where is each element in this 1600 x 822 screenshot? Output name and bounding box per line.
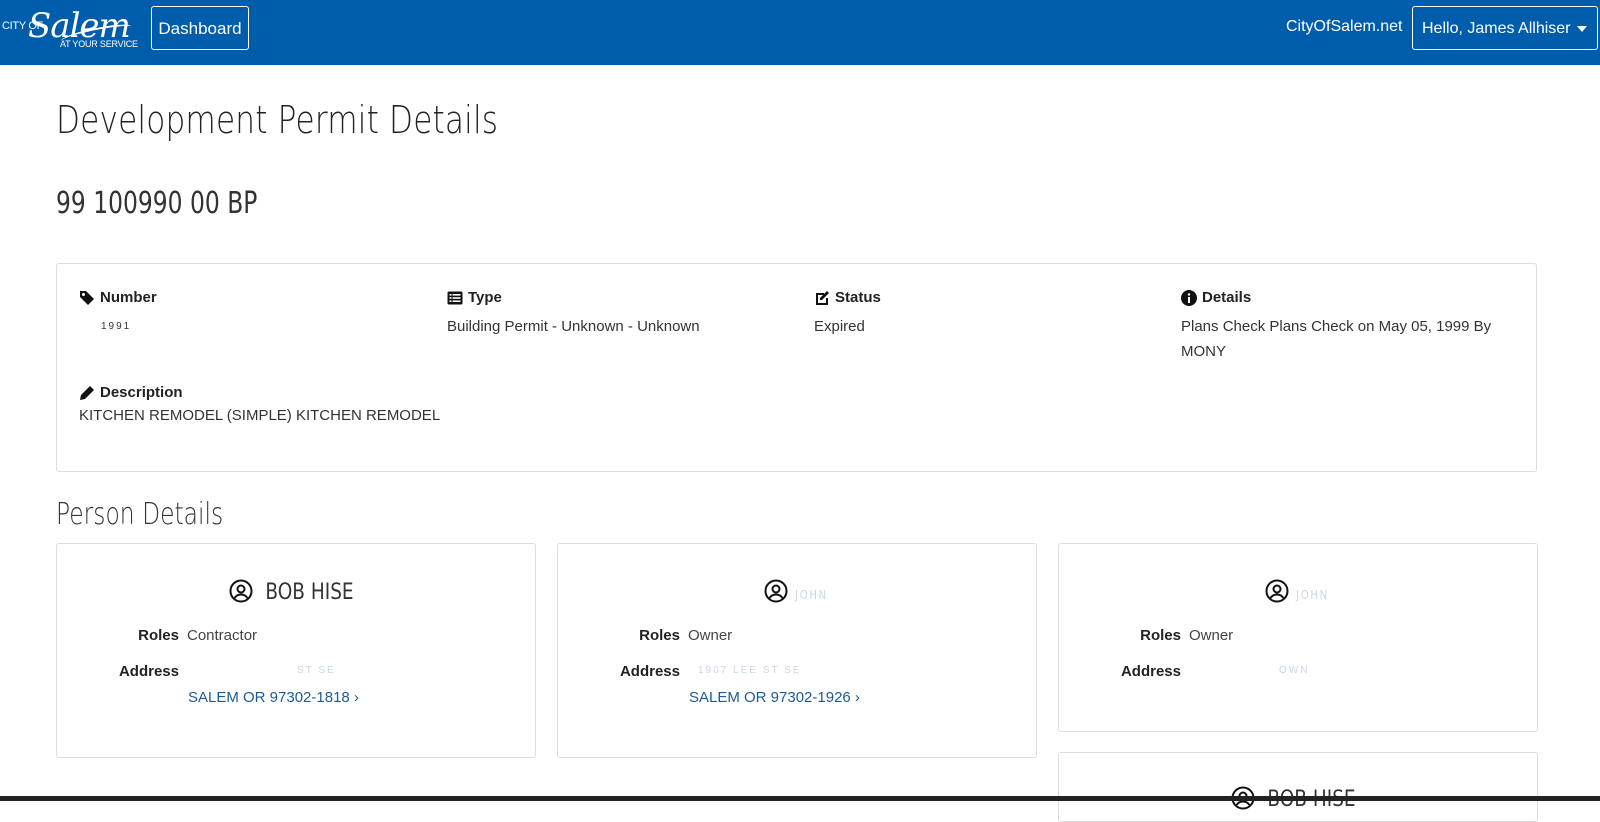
user-greeting: Hello, James Allhiser [1422, 20, 1571, 37]
info-icon [1181, 289, 1197, 306]
type-value: Building Permit - Unknown - Unknown [447, 318, 700, 335]
address-link[interactable]: SALEM OR 97302-1818 › [188, 689, 359, 706]
details-label: Details [1202, 289, 1252, 306]
roles-label: Roles [639, 627, 680, 644]
address-line1[interactable]: 1907 LEE ST SE [698, 665, 801, 676]
number-value: 1991 [101, 321, 132, 332]
address-line1[interactable]: OWN [1279, 665, 1309, 676]
dashboard-button[interactable]: Dashboard [151, 6, 249, 50]
roles-label: Roles [1140, 627, 1181, 644]
user-circle-icon [764, 579, 787, 603]
person-details-heading: Person Details [56, 497, 224, 532]
user-circle-icon [1265, 579, 1288, 603]
permit-summary-card: Number 1991 Type Building Permit - Unkno… [56, 263, 1537, 472]
logo-tagline-text: AT YOUR SERVICE [60, 39, 138, 49]
person-name: JOHN [1059, 579, 1537, 605]
list-icon [447, 291, 463, 304]
status-label: Status [835, 289, 881, 306]
edit-icon [816, 290, 829, 305]
top-navbar: CITY OF Salem AT YOUR SERVICE Dashboard … [0, 0, 1600, 65]
cityofsalem-link[interactable]: CityOfSalem.net [1286, 18, 1402, 36]
person-card: BOB HISE [1058, 752, 1538, 822]
person-name-text: BOB HISE [265, 580, 355, 605]
tag-icon [80, 290, 94, 305]
type-field: Type Building Permit - Unknown - Unknown [447, 289, 700, 339]
address-label: Address [1120, 663, 1181, 680]
person-name-text: JOHN [794, 588, 828, 602]
user-circle-icon [229, 579, 253, 603]
permit-id: 99 100990 00 BP [56, 186, 258, 221]
roles-value: Contractor [187, 627, 258, 644]
description-field: Description KITCHEN REMODEL (SIMPLE) KIT… [79, 384, 440, 428]
person-card: BOB HISE Roles Contractor Address ST SE … [56, 543, 536, 758]
address-label: Address [619, 663, 680, 680]
person-card: JOHN Roles Owner Address OWN [1058, 543, 1538, 732]
description-value: KITCHEN REMODEL (SIMPLE) KITCHEN REMODEL [79, 407, 441, 424]
page-title: Development Permit Details [56, 98, 499, 142]
roles-label: Roles [138, 627, 179, 644]
address-link[interactable]: SALEM OR 97302-1926 › [689, 689, 860, 706]
address-label: Address [118, 663, 179, 680]
number-field: Number 1991 [79, 289, 157, 339]
details-field: Details Plans Check Plans Check on May 0… [1181, 289, 1511, 364]
address-line1[interactable]: ST SE [297, 665, 336, 676]
roles-value: Owner [1189, 627, 1234, 644]
status-value: Expired [814, 318, 865, 335]
details-value: Plans Check Plans Check on May 05, 1999 … [1181, 318, 1492, 360]
status-field: Status Expired [814, 289, 881, 339]
person-name-text: JOHN [1295, 588, 1329, 602]
roles-value: Owner [688, 627, 733, 644]
pencil-icon [80, 385, 94, 400]
person-name: BOB HISE [57, 579, 535, 605]
bottom-edge [0, 796, 1600, 801]
person-name: JOHN [558, 579, 1036, 605]
number-label: Number [100, 289, 157, 306]
description-label: Description [100, 384, 183, 401]
person-card: JOHN Roles Owner Address 1907 LEE ST SE … [557, 543, 1037, 758]
type-label: Type [468, 289, 502, 306]
user-menu-button[interactable]: Hello, James Allhiser [1412, 6, 1598, 50]
city-of-salem-logo[interactable]: CITY OF Salem AT YOUR SERVICE [0, 6, 140, 56]
chevron-down-icon [1577, 26, 1587, 32]
